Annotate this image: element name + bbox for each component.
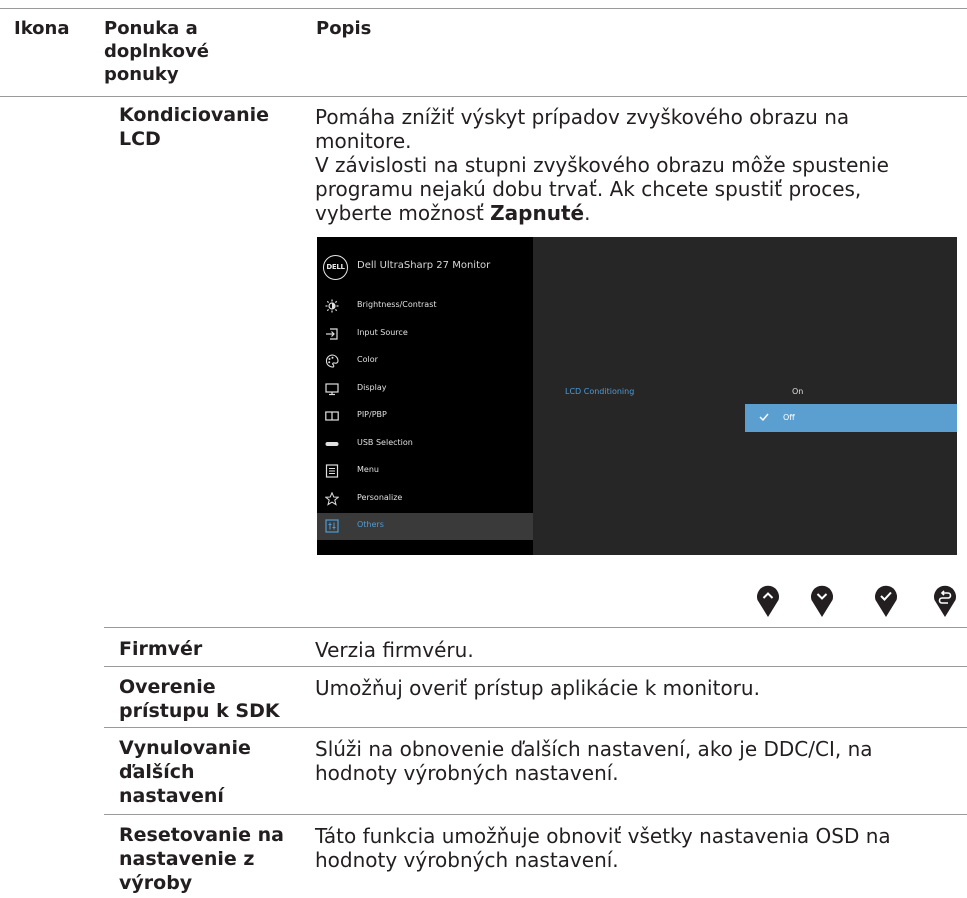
header-menu-column-line3: ponuky bbox=[104, 64, 179, 85]
osd-screenshot: DELL Dell UltraSharp 27 Monitor Brightne… bbox=[317, 237, 957, 555]
osd-title: Dell UltraSharp 27 Monitor bbox=[357, 260, 491, 271]
up-arrow-icon[interactable] bbox=[756, 584, 780, 618]
row-rule-firmware bbox=[104, 627, 967, 628]
lcd-conditioning-label-line1: Kondiciovanie bbox=[119, 104, 270, 126]
monitor-icon bbox=[325, 383, 339, 396]
row-rule-reset-other bbox=[104, 727, 967, 728]
option-on[interactable]: On bbox=[792, 387, 803, 396]
osd-menu-color[interactable]: Color bbox=[317, 348, 533, 375]
sun-icon bbox=[325, 299, 339, 313]
reset-other-label-line1: Vynulovanie bbox=[119, 737, 251, 759]
firmware-label: Firmvér bbox=[119, 638, 203, 660]
factory-reset-label-line3: výroby bbox=[119, 872, 193, 894]
factory-reset-label-line1: Resetovanie na bbox=[119, 824, 284, 846]
osd-menu-label: Menu bbox=[357, 465, 379, 474]
osd-menu-display[interactable]: Display bbox=[317, 376, 533, 403]
pip-icon bbox=[325, 411, 339, 421]
osd-menu-brightness-contrast[interactable]: Brightness/Contrast bbox=[317, 293, 533, 320]
row-rule-sdk bbox=[104, 666, 967, 667]
reset-other-desc-line2: hodnoty výrobných nastavení. bbox=[315, 761, 619, 785]
sdk-label-line2: prístupu k SDK bbox=[119, 700, 280, 722]
lcd-desc-zapnute: Zapnuté bbox=[490, 201, 585, 225]
reset-other-desc-line1: Slúži na obnovenie ďalších nastavení, ak… bbox=[315, 737, 873, 761]
osd-menu-label: Others bbox=[357, 520, 384, 529]
row-rule-factory bbox=[104, 814, 967, 815]
lcd-desc-line3: V závislosti na stupni zvyškového obrazu… bbox=[315, 153, 889, 177]
lcd-desc-period: . bbox=[584, 201, 591, 225]
lcd-conditioning-option-label: LCD Conditioning bbox=[565, 387, 635, 396]
osd-menu-menu[interactable]: Menu bbox=[317, 458, 533, 485]
header-bottom-rule bbox=[0, 96, 967, 97]
osd-menu-label: Color bbox=[357, 355, 378, 364]
factory-reset-label-line2: nastavenie z bbox=[119, 848, 255, 870]
sdk-label-line1: Overenie bbox=[119, 676, 216, 698]
osd-menu-label: Input Source bbox=[357, 328, 408, 337]
header-menu-column-line1: Ponuka a bbox=[104, 18, 198, 39]
sdk-desc: Umožňuj overiť prístup aplikácie k monit… bbox=[315, 676, 760, 700]
header-icon-column: Ikona bbox=[14, 18, 70, 39]
input-source-icon bbox=[326, 328, 338, 340]
lcd-desc-line5: vyberte možnosť Zapnuté. bbox=[315, 201, 590, 225]
osd-submenu-panel bbox=[533, 237, 957, 555]
others-icon bbox=[325, 519, 339, 533]
down-arrow-icon[interactable] bbox=[810, 584, 834, 618]
palette-icon bbox=[325, 354, 339, 368]
osd-menu-input-source[interactable]: Input Source bbox=[317, 321, 533, 348]
star-icon bbox=[325, 492, 339, 506]
osd-menu-personalize[interactable]: Personalize bbox=[317, 486, 533, 513]
osd-menu-label: Brightness/Contrast bbox=[357, 300, 437, 309]
back-icon[interactable] bbox=[933, 584, 957, 618]
header-top-rule bbox=[0, 8, 967, 9]
osd-menu-label: USB Selection bbox=[357, 438, 413, 447]
option-off-label: Off bbox=[783, 413, 795, 422]
osd-menu-panel: DELL Dell UltraSharp 27 Monitor Brightne… bbox=[317, 237, 533, 555]
osd-menu-label: Display bbox=[357, 383, 387, 392]
usb-icon bbox=[325, 442, 339, 446]
osd-menu-others[interactable]: Others bbox=[317, 513, 533, 540]
osd-menu-pip-pbp[interactable]: PIP/PBP bbox=[317, 403, 533, 430]
reset-other-label-line3: nastavení bbox=[119, 785, 224, 807]
lcd-conditioning-label-line2: LCD bbox=[119, 128, 161, 150]
header-description-column: Popis bbox=[316, 18, 372, 39]
firmware-desc: Verzia firmvéru. bbox=[315, 638, 474, 662]
lcd-desc-line1: Pomáha znížiť výskyt prípadov zvyškového… bbox=[315, 105, 850, 129]
lcd-desc-line5-text: vyberte možnosť bbox=[315, 201, 491, 225]
factory-reset-desc-line2: hodnoty výrobných nastavení. bbox=[315, 848, 619, 872]
osd-menu-usb-selection[interactable]: USB Selection bbox=[317, 431, 533, 458]
osd-menu-label: Personalize bbox=[357, 493, 403, 502]
check-icon[interactable] bbox=[874, 584, 898, 618]
lcd-desc-line2: monitore. bbox=[315, 129, 412, 153]
osd-menu-label: PIP/PBP bbox=[357, 410, 387, 419]
lcd-desc-line4: programu nejakú dobu trvať. Ak chcete sp… bbox=[315, 177, 862, 201]
option-off-selected[interactable]: Off bbox=[745, 404, 957, 432]
dell-logo: DELL bbox=[323, 255, 348, 280]
checkmark-icon bbox=[759, 413, 769, 422]
reset-other-label-line2: ďalších bbox=[119, 761, 195, 783]
header-menu-column-line2: doplnkové bbox=[104, 41, 209, 62]
factory-reset-desc-line1: Táto funkcia umožňuje obnoviť všetky nas… bbox=[315, 824, 891, 848]
menu-list-icon bbox=[325, 464, 339, 478]
